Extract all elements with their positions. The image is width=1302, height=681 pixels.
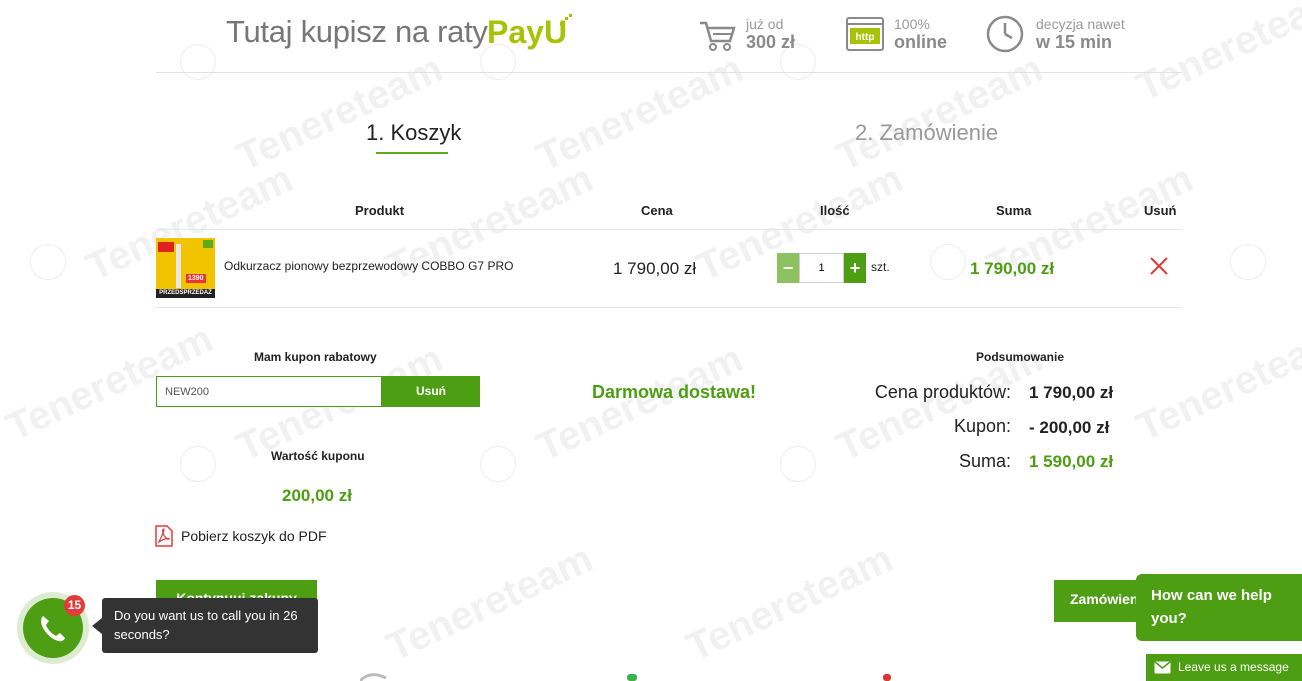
column-header-product: Produkt xyxy=(355,203,405,218)
callback-counter-badge: 15 xyxy=(64,595,85,616)
summary-total-value: 1 590,00 zł xyxy=(1029,452,1114,471)
watermark: Tenereteam xyxy=(830,46,1050,180)
product-image-partial xyxy=(883,674,891,681)
product-image-partial xyxy=(360,673,387,681)
divider xyxy=(156,72,1182,73)
step-cart[interactable]: 1. Koszyk xyxy=(366,120,461,146)
payu-banner-title: Tutaj kupisz na raty xyxy=(226,14,488,49)
quantity-input[interactable] xyxy=(799,253,844,283)
tooltip-arrow xyxy=(92,618,102,634)
feature-line1: 100% xyxy=(894,16,930,32)
quantity-increase-button[interactable]: + xyxy=(844,253,866,283)
chat-help-prompt[interactable]: How can we help you? xyxy=(1136,574,1302,641)
product-name-link[interactable]: Odkurzacz pionowy bezprzewodowy COBBO G7… xyxy=(224,259,513,273)
summary-heading: Podsumowanie xyxy=(976,350,1065,364)
svg-text:http: http xyxy=(856,32,875,43)
product-price: 1 790,00 zł xyxy=(613,259,697,278)
column-header-sum: Suma xyxy=(996,203,1032,218)
product-thumbnail[interactable]: 1390 PRZEDSPRZEDAŻ xyxy=(156,238,215,298)
summary-coupon-value: - 200,00 zł xyxy=(1029,418,1110,437)
feature-line2: w 15 min xyxy=(1036,32,1113,52)
watermark-seal xyxy=(30,244,66,280)
thumbnail-badge xyxy=(203,240,213,248)
summary-products-value: 1 790,00 zł xyxy=(1029,383,1114,402)
watermark: Tenereteam xyxy=(680,536,900,670)
download-pdf-link[interactable]: Pobierz koszyk do PDF xyxy=(181,528,327,544)
table-divider xyxy=(156,229,1182,230)
feature-line2: 300 zł xyxy=(746,32,796,52)
quantity-decrease-button[interactable]: − xyxy=(777,253,799,283)
table-divider xyxy=(156,307,1182,308)
free-shipping-notice: Darmowa dostawa! xyxy=(592,382,757,402)
product-image-partial xyxy=(627,674,637,681)
clock-icon xyxy=(986,15,1024,53)
step-active-underline xyxy=(376,152,448,154)
quantity-unit: szt. xyxy=(871,260,890,274)
feature-online: 100% online xyxy=(894,16,947,56)
step-order[interactable]: 2. Zamówienie xyxy=(855,120,998,146)
payu-logo-dots xyxy=(560,14,572,26)
summary-products-label: Cena produktów: xyxy=(874,382,1011,402)
watermark-seal xyxy=(480,446,516,482)
column-header-quantity: Ilość xyxy=(820,203,850,218)
http-icon: http xyxy=(846,17,884,51)
summary-coupon-label: Kupon: xyxy=(953,416,1011,436)
watermark: Tenereteam xyxy=(1130,316,1302,450)
coupon-remove-button[interactable]: Usuń xyxy=(382,376,480,407)
coupon-heading: Mam kupon rabatowy xyxy=(254,350,377,364)
column-header-remove: Usuń xyxy=(1144,203,1177,218)
feature-line1: decyzja nawet xyxy=(1036,16,1125,32)
feature-line2: online xyxy=(894,32,947,52)
vacuum-image xyxy=(176,244,181,288)
watermark: Tenereteam xyxy=(230,46,450,180)
thumbnail-banner: PRZEDSPRZEDAŻ xyxy=(156,289,215,298)
watermark: Tenereteam xyxy=(530,46,750,180)
cart-icon xyxy=(700,21,736,51)
feature-min-amount: już od 300 zł xyxy=(746,16,795,56)
envelope-icon xyxy=(1154,661,1171,674)
feature-line1: już od xyxy=(746,16,784,32)
product-sum: 1 790,00 zł xyxy=(970,259,1055,278)
thumbnail-price: 1390 xyxy=(186,274,206,283)
callback-tooltip: Do you want us to call you in 26 seconds… xyxy=(102,598,318,653)
watermark-seal xyxy=(1230,244,1266,280)
summary-total-label: Suma: xyxy=(958,451,1011,471)
watermark-seal xyxy=(180,446,216,482)
watermark: Tenereteam xyxy=(380,536,600,670)
watermark: Tenereteam xyxy=(530,336,750,470)
pdf-icon[interactable] xyxy=(155,525,173,547)
thumbnail-tag xyxy=(158,242,174,252)
coupon-value-heading: Wartość kuponu xyxy=(271,449,365,463)
payu-logo: PayU xyxy=(487,14,568,50)
feature-decision-time: decyzja nawet w 15 min xyxy=(1036,16,1125,56)
watermark-seal xyxy=(180,44,216,80)
watermark-seal xyxy=(930,244,966,280)
watermark: Tenereteam xyxy=(1130,0,1302,110)
coupon-value: 200,00 zł xyxy=(282,486,352,505)
remove-item-icon[interactable] xyxy=(1149,256,1169,276)
coupon-code-input[interactable] xyxy=(156,376,382,407)
column-header-price: Cena xyxy=(641,203,673,218)
